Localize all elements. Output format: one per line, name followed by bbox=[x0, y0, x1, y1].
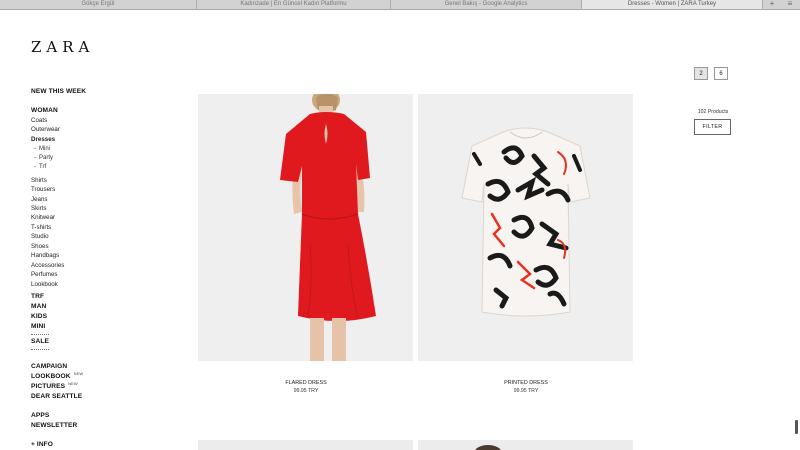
nav-item-handbags[interactable]: Handbags bbox=[31, 252, 59, 259]
nav-woman[interactable]: WOMAN bbox=[31, 107, 58, 114]
browser-menu-icon[interactable]: ≡ bbox=[784, 0, 796, 9]
nav-item-lookbook[interactable]: Lookbook bbox=[31, 281, 58, 288]
nav-lookbook-label: LOOKBOOK bbox=[31, 373, 71, 380]
nav-item-shirts[interactable]: Shirts bbox=[31, 177, 47, 184]
divider bbox=[31, 334, 49, 335]
nav-apps[interactable]: APPS bbox=[31, 412, 49, 419]
nav-item-accessories[interactable]: Accessories bbox=[31, 262, 64, 269]
nav-newsletter[interactable]: NEWSLETTER bbox=[31, 422, 77, 429]
nav-sub-label: Trf bbox=[39, 164, 47, 170]
product-image-printed-dress[interactable] bbox=[418, 94, 633, 361]
browser-tab-active[interactable]: Dresses - Women | ZARA Turkey bbox=[582, 0, 763, 9]
nav-pictures[interactable]: PICTURES NEW bbox=[31, 381, 78, 390]
nav-new-this-week[interactable]: NEW THIS WEEK bbox=[31, 88, 86, 95]
nav-item-jeans[interactable]: Jeans bbox=[31, 196, 48, 203]
nav-sub-mini[interactable]: - Mini bbox=[34, 146, 50, 152]
filter-button[interactable]: FILTER bbox=[694, 119, 731, 135]
nav-sub-party[interactable]: - Party bbox=[34, 155, 53, 161]
product-price-flared-dress: 99.95 TRY bbox=[293, 388, 319, 394]
nav-trf[interactable]: TRF bbox=[31, 293, 44, 300]
new-tab-button[interactable]: + bbox=[766, 0, 778, 9]
nav-item-dresses[interactable]: Dresses bbox=[31, 136, 55, 143]
browser-tab[interactable]: Gökçe Ergül bbox=[0, 0, 197, 9]
grid-view-2-button[interactable]: 2 bbox=[694, 67, 708, 80]
product-image-row2-2[interactable] bbox=[418, 440, 633, 450]
nav-item-knitwear[interactable]: Knitwear bbox=[31, 214, 55, 221]
nav-kids[interactable]: KIDS bbox=[31, 313, 47, 320]
browser-tab[interactable]: Kadınzade | En Güncel Kadın Platformu bbox=[197, 0, 391, 9]
browser-tab-strip: Gökçe Ergül Kadınzade | En Güncel Kadın … bbox=[0, 0, 800, 10]
printed-dress-photo bbox=[461, 127, 591, 317]
nav-sub-label: Mini bbox=[39, 146, 51, 152]
nav-item-coats[interactable]: Coats bbox=[31, 117, 47, 124]
nav-lookbook[interactable]: LOOKBOOK NEW bbox=[31, 371, 84, 380]
nav-pictures-label: PICTURES bbox=[31, 383, 66, 390]
nav-dear-seattle[interactable]: DEAR SEATTLE bbox=[31, 393, 82, 400]
divider bbox=[31, 349, 49, 350]
nav-item-tshirts[interactable]: T-shirts bbox=[31, 224, 51, 231]
zara-logo[interactable]: ZARA bbox=[31, 38, 94, 56]
grid-view-6-button[interactable]: 6 bbox=[714, 67, 728, 80]
nav-sub-trf[interactable]: - Trf bbox=[34, 164, 46, 170]
nav-info[interactable]: + INFO bbox=[31, 441, 53, 448]
product-price-printed-dress: 99.95 TRY bbox=[513, 388, 539, 394]
nav-item-skirts[interactable]: Skirts bbox=[31, 205, 46, 212]
nav-item-perfumes[interactable]: Perfumes bbox=[31, 271, 57, 278]
nav-item-shoes[interactable]: Shoes bbox=[31, 243, 49, 250]
product-image-flared-dress[interactable] bbox=[198, 94, 413, 361]
new-badge: NEW bbox=[68, 381, 78, 386]
nav-mini[interactable]: MINI bbox=[31, 323, 45, 330]
product-count: 102 Products bbox=[697, 109, 729, 115]
nav-item-trousers[interactable]: Trousers bbox=[31, 186, 55, 193]
product-image-row2-1[interactable] bbox=[198, 440, 413, 450]
nav-campaign[interactable]: CAMPAIGN bbox=[31, 363, 67, 370]
nav-item-studio[interactable]: Studio bbox=[31, 233, 49, 240]
red-dress-photo bbox=[280, 94, 376, 361]
nav-sub-label: Party bbox=[39, 155, 54, 161]
product-name-flared-dress[interactable]: FLARED DRESS bbox=[198, 380, 414, 386]
nav-man[interactable]: MAN bbox=[31, 303, 46, 310]
product-photo-partial bbox=[475, 445, 501, 450]
nav-item-outerwear[interactable]: Outerwear bbox=[31, 126, 60, 133]
nav-sale[interactable]: SALE bbox=[31, 338, 49, 345]
browser-tab[interactable]: Genel Bakış - Google Analytics bbox=[391, 0, 582, 9]
product-name-printed-dress[interactable]: PRINTED DRESS bbox=[418, 380, 634, 386]
new-badge: NEW bbox=[73, 371, 84, 376]
scrollbar-thumb[interactable] bbox=[795, 420, 798, 434]
